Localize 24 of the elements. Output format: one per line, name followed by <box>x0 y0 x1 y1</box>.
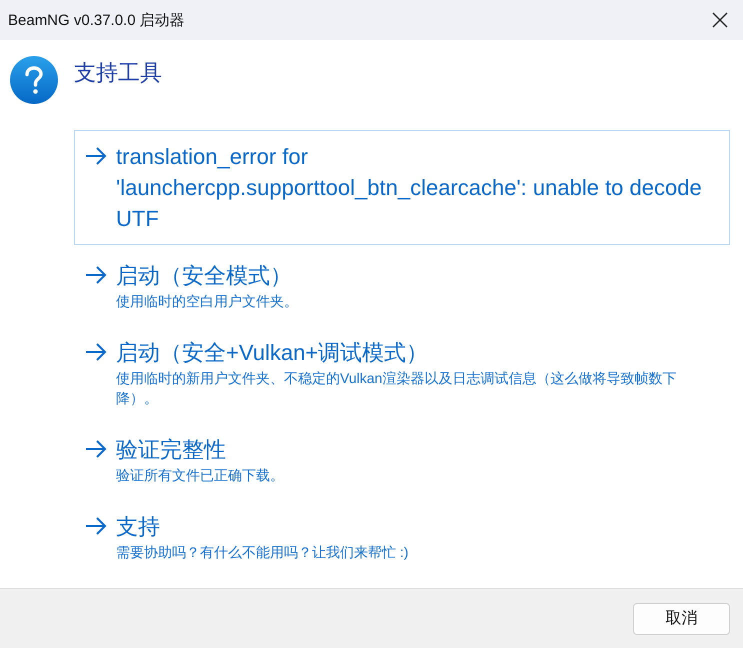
arrow-icon <box>84 265 108 285</box>
arrow-icon <box>84 342 108 362</box>
command-link[interactable]: 验证完整性 验证所有文件已正确下载。 <box>74 423 730 496</box>
command-link[interactable]: 启动（安全模式） 使用临时的空白用户文件夹。 <box>74 249 730 322</box>
command-link[interactable]: 支持 需要协助吗？有什么不能用吗？让我们来帮忙 :) <box>74 500 730 573</box>
command-label: 启动（安全+Vulkan+调试模式） <box>116 339 430 367</box>
arrow-icon <box>84 439 108 459</box>
command-link[interactable]: 启动（安全+Vulkan+调试模式） 使用临时的新用户文件夹、不稳定的Vulkan渲染器以及日志调试信息（这么做将导致帧数下降）。 <box>74 326 730 419</box>
cancel-button[interactable]: 取消 <box>633 602 730 634</box>
command-label: 支持 <box>116 513 161 541</box>
command-label: translation_error for 'launchercpp.supporttool_btn_clearcache': unable to decode UTF <box>116 143 703 233</box>
command-label: 启动（安全模式） <box>116 262 293 290</box>
command-description: 需要协助吗？有什么不能用吗？让我们来帮忙 :) <box>116 543 408 562</box>
command-description: 验证所有文件已正确下载。 <box>116 466 284 485</box>
command-link[interactable]: translation_error for 'launchercpp.supporttool_btn_clearcache': unable to decode UTF <box>74 130 730 245</box>
command-description: 使用临时的新用户文件夹、不稳定的Vulkan渲染器以及日志调试信息（这么做将导致帧数下降）。 <box>116 369 678 408</box>
arrow-icon <box>84 146 108 166</box>
arrow-icon <box>84 516 108 536</box>
close-icon <box>712 12 728 28</box>
command-description: 使用临时的空白用户文件夹。 <box>116 292 298 311</box>
window-title: BeamNG v0.37.0.0 启动器 <box>8 10 185 30</box>
dialog-heading: 支持工具 <box>74 59 162 87</box>
question-icon <box>10 56 58 104</box>
command-label: 验证完整性 <box>116 436 227 464</box>
